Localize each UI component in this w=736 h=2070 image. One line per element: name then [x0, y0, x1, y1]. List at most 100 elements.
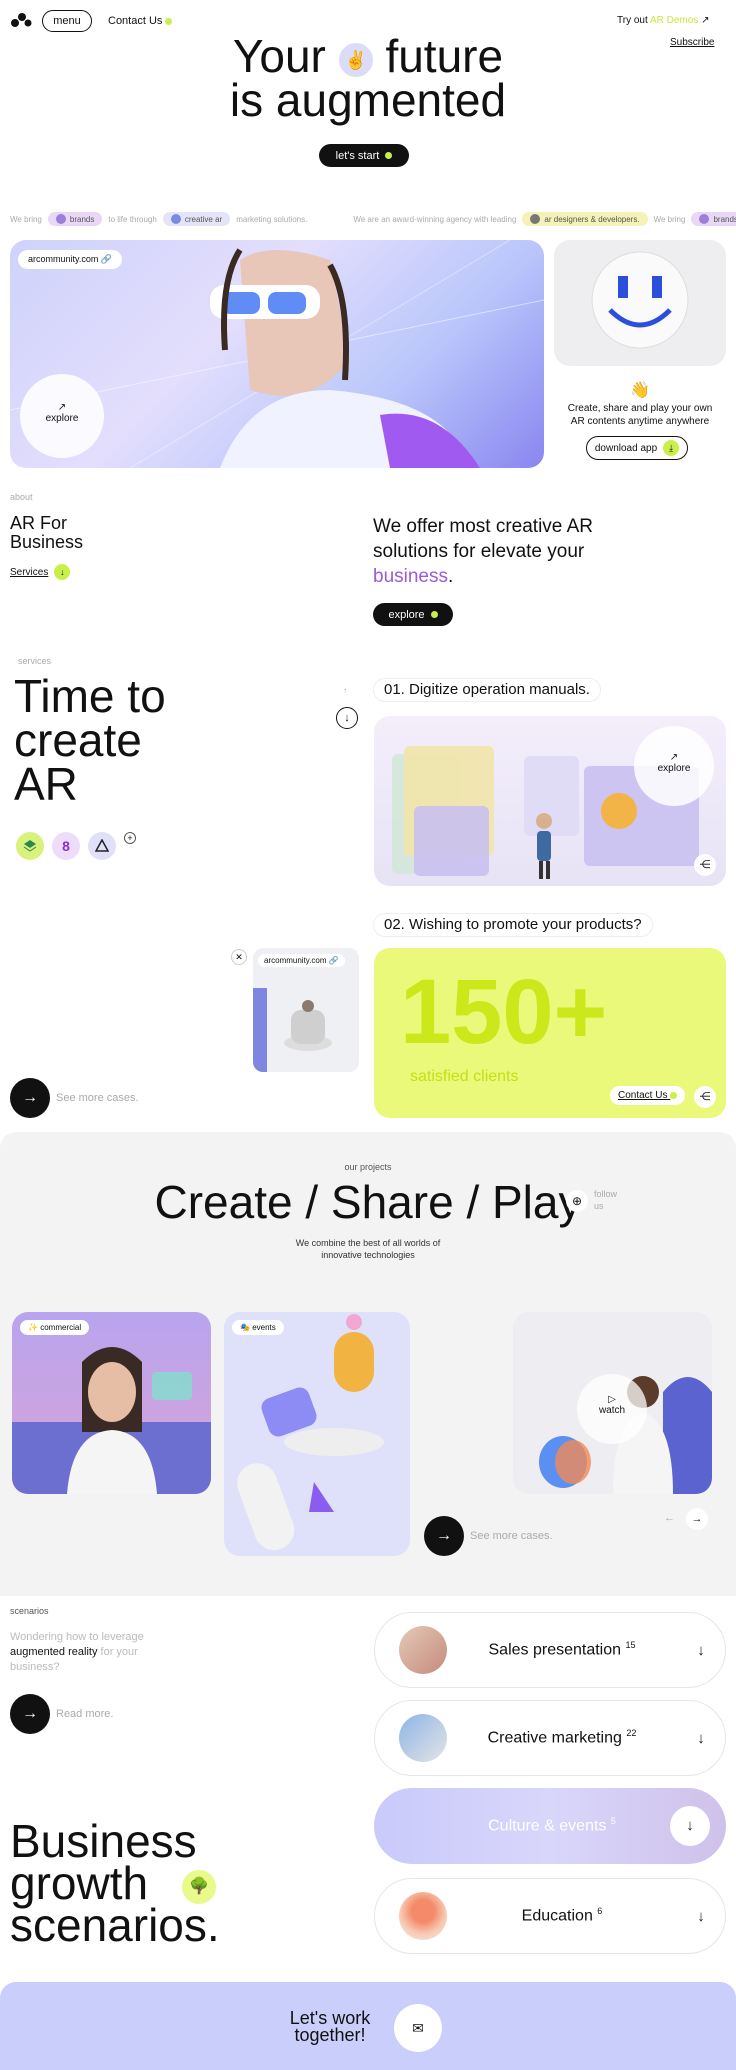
- explore-button[interactable]: ↗ explore: [20, 374, 104, 458]
- scenario-name: Creative marketing: [487, 1729, 622, 1747]
- ticker-text: marketing solutions.: [236, 214, 308, 224]
- scenario-item-culture[interactable]: Culture & events 5 ↓: [374, 1788, 726, 1864]
- link-icon: 🔗: [328, 956, 339, 965]
- scenarios-question: Wondering how to leverage augmented real…: [10, 1630, 170, 1675]
- download-icon: ⤓: [663, 440, 680, 456]
- prev-arrow-button[interactable]: ←: [664, 1512, 675, 1524]
- share-icon[interactable]: ⋲: [694, 1086, 716, 1108]
- scenario-item-marketing[interactable]: Creative marketing 22 ↓: [374, 1700, 726, 1776]
- cta-text: Let's work together!: [289, 2008, 371, 2045]
- tag-events: 🎭 events: [232, 1320, 284, 1335]
- watch-button[interactable]: ▷ watch: [577, 1374, 647, 1444]
- section-label: scenarios: [10, 1606, 49, 1616]
- scenario-name: Education: [521, 1907, 593, 1925]
- events-image: [237, 1314, 384, 1551]
- close-icon[interactable]: ✕: [231, 949, 247, 965]
- logo[interactable]: [10, 12, 32, 33]
- explore-button[interactable]: explore: [373, 603, 453, 626]
- arrow-right-icon: →: [22, 1089, 38, 1106]
- scenario-label: Sales presentation 15: [447, 1640, 677, 1659]
- lets-start-button[interactable]: let's start: [319, 144, 409, 167]
- url-chip[interactable]: arcommunity.com 🔗: [258, 954, 345, 967]
- explore-button[interactable]: ↗ explore: [634, 726, 714, 806]
- avatar: [530, 214, 541, 224]
- layers-icon: [16, 832, 44, 860]
- scenario-name: Culture & events: [488, 1817, 607, 1835]
- section-label: about: [10, 492, 33, 502]
- download-label: download app: [594, 442, 658, 454]
- contact-label: Contact Us: [108, 15, 163, 27]
- about-text-highlight: business: [373, 566, 448, 587]
- hero-image-card[interactable]: arcommunity.com 🔗 ↗ explore: [10, 240, 544, 468]
- try-out-label: Try out: [617, 15, 648, 26]
- scenario-label: Culture & events 5: [374, 1816, 670, 1835]
- tag-label: commercial: [40, 1323, 82, 1332]
- service-item-2[interactable]: 02. Wishing to promote your products?: [373, 913, 653, 937]
- explore-label: explore: [45, 413, 79, 424]
- try-demos-link[interactable]: Try out AR Demos ↗: [617, 15, 710, 26]
- tag-label: creative ar: [184, 214, 223, 224]
- scenario-count: 22: [626, 1728, 637, 1739]
- url-label: arcommunity.com: [264, 956, 327, 965]
- scenario-label: Education 6: [447, 1906, 677, 1925]
- clients-label: satisfied clients: [410, 1068, 519, 1085]
- see-more-arrow-button[interactable]: →: [10, 1078, 50, 1118]
- watch-label: watch: [598, 1405, 626, 1416]
- section-label: services: [18, 656, 52, 666]
- arrow-right-icon: →: [436, 1527, 452, 1544]
- contact-link[interactable]: Contact Us: [108, 15, 173, 27]
- scenario-item-sales[interactable]: Sales presentation 15 ↓: [374, 1612, 726, 1688]
- section-label: our projects: [344, 1162, 392, 1172]
- scenario-label: Creative marketing 22: [447, 1728, 677, 1747]
- manuals-image-card[interactable]: ↗ explore ⋲: [374, 716, 726, 886]
- mail-icon[interactable]: ✉: [394, 2004, 442, 2052]
- unity-icon: [88, 832, 116, 860]
- service-item-1[interactable]: 01. Digitize operation manuals.: [373, 678, 601, 702]
- arrow-down-icon: ↓: [670, 1806, 710, 1846]
- follow-label[interactable]: follow us: [594, 1188, 626, 1212]
- tag-commercial: ✨ commercial: [20, 1320, 90, 1335]
- smiley-image: [554, 240, 726, 366]
- project-card-commercial[interactable]: ✨ commercial: [12, 1312, 211, 1494]
- contact-button[interactable]: Contact Us: [610, 1086, 686, 1105]
- see-more-link[interactable]: See more cases.: [470, 1530, 553, 1542]
- menu-button[interactable]: menu: [42, 10, 92, 32]
- project-card-events[interactable]: 🎭 events: [224, 1312, 410, 1556]
- see-more-link[interactable]: See more cases.: [56, 1092, 139, 1104]
- scenario-count: 5: [610, 1816, 616, 1827]
- status-dot: [385, 152, 393, 159]
- ticker-tag-creative: creative ar: [162, 212, 231, 226]
- scroll-down-button[interactable]: ↓: [336, 707, 358, 729]
- services-title: Time to create AR: [14, 670, 166, 810]
- demos-label: AR Demos: [649, 15, 699, 26]
- arrow-down-icon: ↓: [697, 1729, 705, 1747]
- scenario-count: 15: [625, 1640, 636, 1651]
- contact-label: Contact Us: [618, 1090, 668, 1101]
- read-more-arrow-button[interactable]: →: [10, 1694, 50, 1734]
- tag-label: brands: [69, 214, 95, 224]
- globe-icon[interactable]: ⊕: [566, 1190, 588, 1212]
- sales-thumbnail: [399, 1626, 447, 1674]
- plus-icon[interactable]: +: [124, 832, 136, 844]
- hero-title: Your ✌ future is augmented: [0, 33, 736, 123]
- play-icon: ▷: [608, 1394, 616, 1405]
- url-chip[interactable]: arcommunity.com 🔗: [18, 250, 123, 269]
- read-more-link[interactable]: Read more.: [56, 1708, 113, 1720]
- clients-card: 150+ satisfied clients Contact Us ⋲: [374, 948, 726, 1118]
- ticker-tag-brands: brands: [691, 212, 736, 226]
- scenario-item-education[interactable]: Education 6 ↓: [374, 1878, 726, 1954]
- mask-icon: 🎭: [240, 1323, 250, 1332]
- explore-label: explore: [657, 763, 691, 774]
- arrow-up-icon[interactable]: ↑: [343, 686, 347, 695]
- arrow-up-right-icon: ↗: [57, 402, 67, 413]
- arrow-up-right-icon: ↗: [701, 15, 710, 26]
- download-app-button[interactable]: download app ⤓: [586, 436, 688, 460]
- next-arrow-button[interactable]: →: [686, 1508, 708, 1530]
- services-link[interactable]: Services ↓: [10, 564, 71, 580]
- project-card-watch[interactable]: ▷ watch: [513, 1312, 712, 1494]
- share-icon[interactable]: ⋲: [694, 854, 716, 876]
- chair-image-card[interactable]: arcommunity.com 🔗: [253, 948, 359, 1072]
- scenario-name: Sales presentation: [488, 1641, 622, 1659]
- see-more-arrow-button[interactable]: →: [424, 1516, 464, 1556]
- smiley-balloon-icon: [591, 251, 689, 349]
